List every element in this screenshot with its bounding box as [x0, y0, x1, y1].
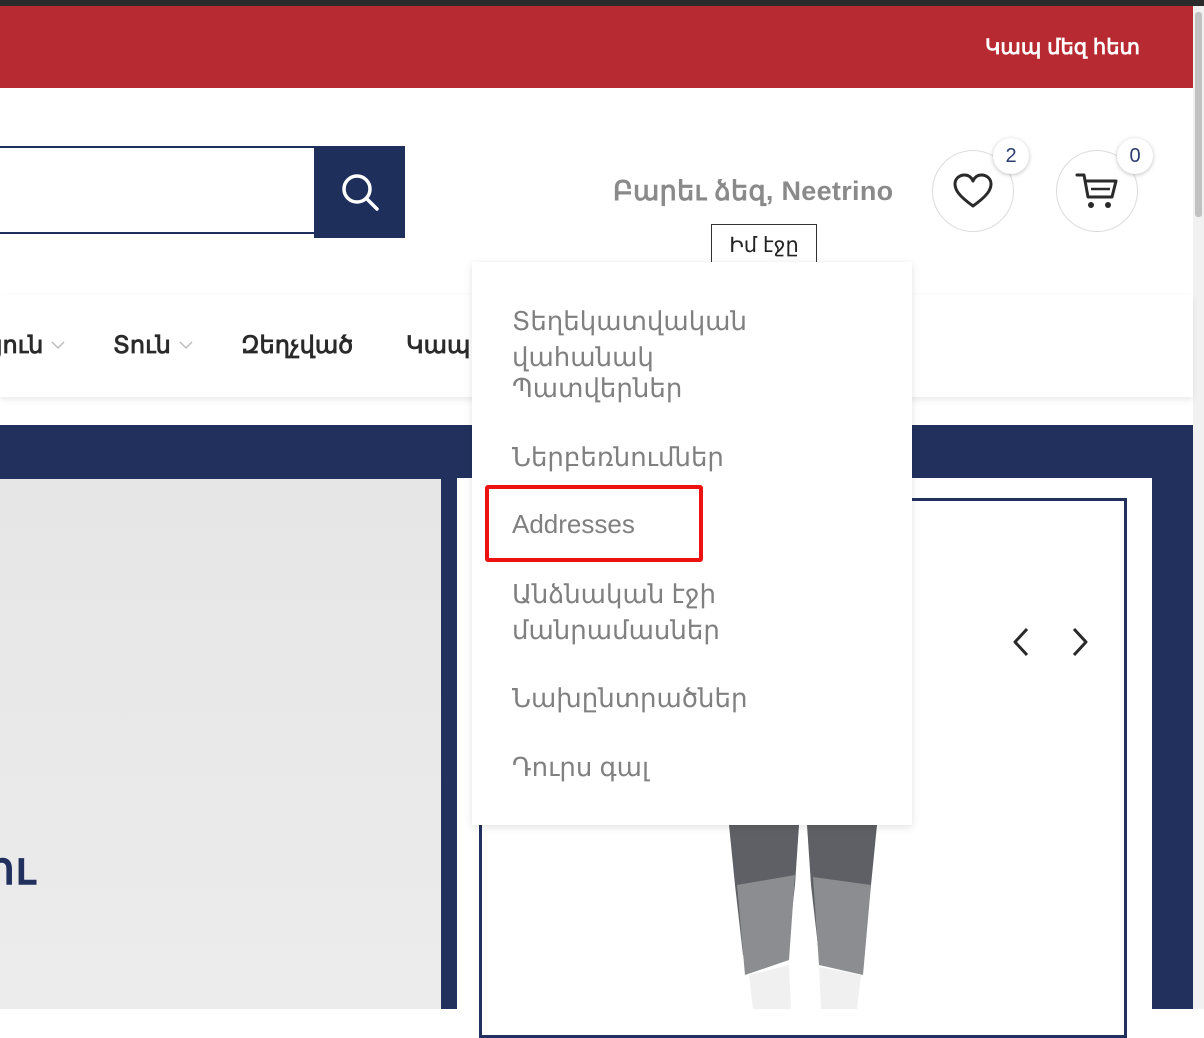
user-greeting[interactable]: Բարեւ ձեզ, Neetrino	[613, 176, 893, 207]
search-input[interactable]	[0, 146, 314, 234]
nav-item-partial[interactable]: յուն	[0, 331, 65, 360]
cart-icon	[1075, 173, 1118, 208]
scrollbar-thumb[interactable]	[1195, 12, 1202, 217]
menu-item-logout[interactable]: Դուրս գալ	[512, 749, 892, 785]
search-button[interactable]	[314, 146, 405, 238]
menu-item-account-details[interactable]: Անձնական էջի մանրամասներ	[512, 576, 772, 648]
nav-item-label: Տուն	[113, 332, 171, 359]
chevron-down-icon	[179, 341, 193, 350]
scrollbar[interactable]	[1193, 6, 1204, 1009]
hero-left-panel: ու	[0, 479, 441, 1009]
top-bar: Կապ մեզ հետ	[0, 6, 1193, 88]
addresses-highlight-box	[485, 485, 703, 562]
hero-heading: ու	[0, 842, 36, 894]
chevron-down-icon	[51, 341, 65, 350]
search-icon	[341, 174, 379, 211]
nav-item-contact[interactable]: Կապ	[406, 331, 470, 360]
cart-count-badge: 0	[1117, 138, 1153, 174]
arrow-left-icon[interactable]	[1010, 626, 1032, 658]
menu-item-dashboard[interactable]: Տեղեկատվական վահանակ	[512, 303, 892, 375]
menu-item-wishlist[interactable]: Նախընտրածներ	[512, 680, 892, 716]
arrow-right-icon[interactable]	[1069, 626, 1091, 658]
wishlist-count-badge: 2	[993, 138, 1029, 174]
wishlist-button[interactable]: 2	[932, 138, 1029, 232]
nav-item-label: Կապ	[406, 332, 471, 359]
heart-icon	[953, 173, 993, 208]
product-image	[729, 825, 877, 1009]
nav-item-label: յուն	[0, 332, 44, 359]
nav-item-label: Զեղչված	[241, 332, 354, 359]
cart-button[interactable]: 0	[1056, 138, 1153, 232]
menu-item-orders[interactable]: Պատվերներ	[512, 370, 892, 406]
my-page-tooltip: Իմ էջը	[711, 224, 817, 267]
nav-item-discounted[interactable]: Զեղչված	[241, 331, 353, 360]
contact-us-link[interactable]: Կապ մեզ հետ	[985, 35, 1140, 60]
nav-item-home[interactable]: Տուն	[113, 331, 193, 360]
menu-item-downloads[interactable]: Ներբեռնումներ	[512, 439, 892, 475]
